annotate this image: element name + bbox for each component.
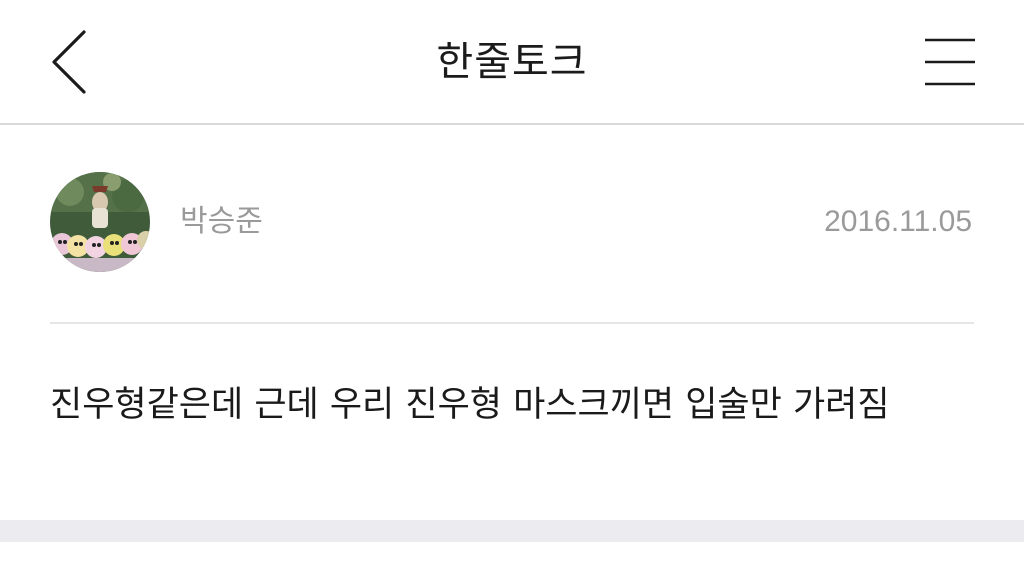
avatar[interactable] [50,172,150,272]
page-title: 한줄토크 [436,39,588,85]
post-date: 2016.11.05 [824,205,972,238]
hamburger-menu-icon [925,38,975,86]
screen: 한줄토크 박승준 2016.11.05 진우형같은데 근데 우리 진우형 마스크… [0,0,1024,577]
menu-button[interactable] [920,34,980,92]
header-divider [0,123,1024,125]
avatar-image [50,172,150,272]
comment-text: 진우형같은데 근데 우리 진우형 마스크끼면 입술만 가려짐 [50,385,890,425]
section-separator [0,520,1024,542]
author-name[interactable]: 박승준 [180,200,263,244]
post-divider [50,322,974,324]
header: 한줄토크 [0,0,1024,123]
